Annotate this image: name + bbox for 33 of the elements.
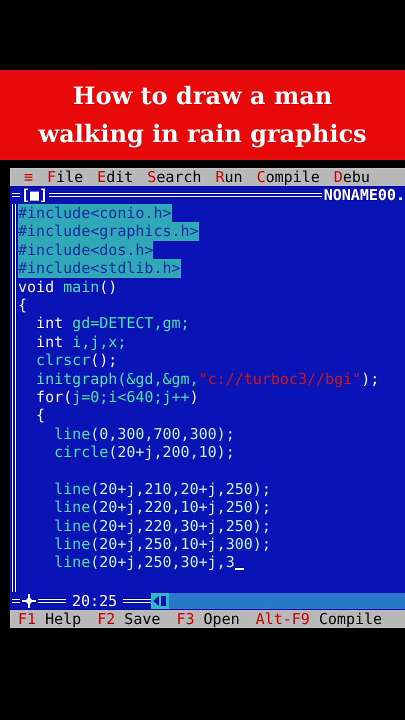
scroll-left-icon[interactable] (151, 593, 170, 609)
code-line: line(0,300,700,300); (53, 424, 235, 444)
code-line: int i,j,x; (35, 332, 126, 352)
code-line: line(20+j,210,20+j,250); (53, 480, 271, 498)
shortcut-hint[interactable]: Alt-F9 Compile (256, 610, 382, 628)
file-name: NONAME00. (322, 186, 405, 204)
shortcut-hint[interactable]: F3 Open (176, 610, 240, 628)
code-line: void main() (18, 278, 118, 296)
cursor-position: 20:25 (71, 592, 118, 610)
menu-item[interactable]: Debu (334, 168, 370, 186)
menu-item[interactable]: File (47, 168, 84, 186)
code-line: circle(20+j,200,10); (53, 443, 235, 462)
code-line: initgraph(&gd,&gm,"c://turboc3//bgi"); (35, 370, 380, 388)
code-line: clrscr(); (35, 351, 118, 370)
shortcut-hint[interactable]: F1 Help (18, 610, 82, 628)
code-line: for(j=0;i<640;j++) (35, 388, 199, 406)
menu-item[interactable]: Edit (97, 168, 134, 186)
menu-item[interactable]: Compile (256, 168, 320, 186)
banner-title-line: walking in rain graphics (38, 118, 367, 150)
code-line: line(20+j,250,10+j,300); (53, 535, 271, 554)
menu-item[interactable]: Run (215, 168, 243, 186)
code-line: { (18, 296, 28, 314)
code-line: { (35, 406, 46, 425)
code-line: line(20+j,220,10+j,250); (53, 498, 271, 517)
menu-item[interactable]: Search (147, 168, 202, 186)
horizontal-scrollbar[interactable] (151, 593, 405, 609)
code-line: line(20+j,220,30+j,250); (53, 516, 271, 536)
code-line: line(20+j,250,30+j,3 (53, 553, 235, 572)
close-box[interactable]: [■] (20, 186, 50, 204)
code-line: int gd=DETECT,gm; (35, 314, 190, 333)
shortcut-hint[interactable]: F2 Save (97, 610, 160, 628)
banner-title-line: How to draw a man (72, 80, 332, 112)
resize-icon[interactable] (22, 594, 36, 608)
